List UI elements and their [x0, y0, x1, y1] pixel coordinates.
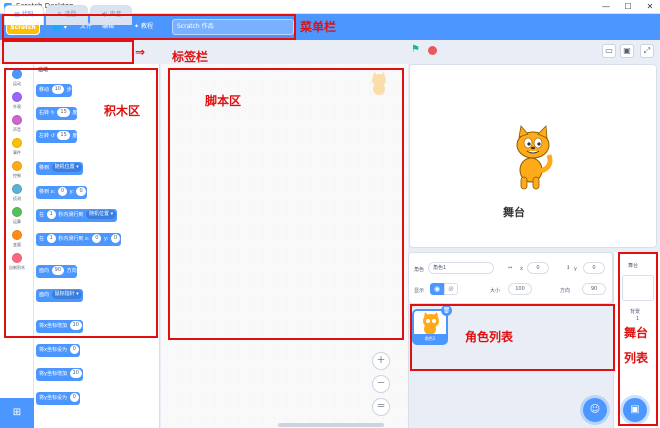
block-text: 将x坐标设为 — [39, 347, 67, 353]
extension-icon: ⊞ — [12, 407, 22, 418]
zoom-in-button[interactable]: ＋ — [372, 352, 390, 370]
y-label: y — [574, 266, 577, 272]
add-extension-button[interactable]: ⊞ — [0, 398, 34, 428]
menubar-highlight — [2, 14, 296, 40]
show-visible-button[interactable]: ◉ — [430, 283, 444, 295]
y-input[interactable]: 0 — [583, 262, 605, 274]
direction-label: 方向 — [560, 288, 571, 294]
fullscreen-icon: ⤢ — [643, 46, 651, 55]
block-input[interactable]: 0 — [69, 393, 79, 402]
scripts-annotation: 脚本区 — [205, 94, 242, 108]
block-change-y[interactable]: 将y坐标增加 10 — [36, 368, 83, 381]
show-hidden-button[interactable]: ⊘ — [444, 283, 458, 295]
sprite-name-label: 角色 — [414, 267, 425, 273]
arrow-right-icon: ⇒ — [135, 45, 146, 59]
blocks-annotation: 积木区 — [104, 104, 141, 118]
size-label: 大小 — [490, 288, 501, 294]
eye-icon: ◉ — [433, 285, 441, 293]
stagelist-annotation-2: 列表 — [624, 351, 649, 365]
block-text: 将y坐标增加 — [39, 371, 67, 377]
cat-sprite[interactable] — [505, 125, 561, 191]
zoom-reset-button[interactable]: ＝ — [372, 398, 390, 416]
tabs-highlight — [2, 40, 134, 64]
small-stage-button[interactable]: ▭ — [602, 44, 616, 58]
horizontal-scrollbar[interactable] — [278, 423, 384, 427]
scripts-highlight — [168, 68, 404, 340]
stop-button[interactable] — [428, 46, 437, 55]
block-input[interactable]: 0 — [69, 345, 79, 354]
add-sprite-button[interactable]: ☺ — [583, 398, 607, 422]
maximize-button[interactable]: ☐ — [622, 1, 634, 13]
block-input[interactable]: 10 — [69, 369, 82, 378]
block-set-y[interactable]: 将y坐标设为 0 — [36, 392, 80, 405]
x-label: x — [520, 266, 523, 272]
sprites-annotation: 角色列表 — [465, 330, 514, 344]
menubar-annotation: 菜单栏 — [300, 20, 337, 34]
block-set-x[interactable]: 将x坐标设为 0 — [36, 344, 80, 357]
stage-caption: 舞台 — [503, 206, 525, 219]
close-button[interactable]: ✕ — [644, 1, 656, 13]
stagelist-annotation-1: 舞台 — [624, 326, 649, 340]
direction-input[interactable]: 90 — [582, 283, 606, 295]
small-stage-icon: ▭ — [605, 46, 613, 55]
x-input[interactable]: 0 — [527, 262, 549, 274]
eye-slash-icon: ⊘ — [448, 285, 454, 293]
minimize-button[interactable]: — — [600, 1, 612, 13]
zoom-out-button[interactable]: － — [372, 375, 390, 393]
x-arrows-icon: ↔ — [508, 265, 513, 271]
tabs-annotation: 标签栏 — [172, 50, 209, 64]
block-text: 将y坐标设为 — [39, 395, 67, 401]
cat-add-icon: ☺ — [589, 404, 601, 415]
green-flag-button[interactable]: ⚑ — [411, 45, 421, 55]
y-arrows-icon: ↕ — [566, 265, 571, 271]
fullscreen-button[interactable]: ⤢ — [640, 44, 654, 58]
large-stage-button[interactable]: ▣ — [620, 44, 634, 58]
show-label: 显示 — [414, 288, 425, 294]
large-stage-icon: ▣ — [623, 46, 631, 55]
sprite-info-panel — [408, 252, 613, 304]
sprite-name-input[interactable]: 角色1 — [428, 262, 494, 274]
size-input[interactable]: 100 — [508, 283, 532, 295]
